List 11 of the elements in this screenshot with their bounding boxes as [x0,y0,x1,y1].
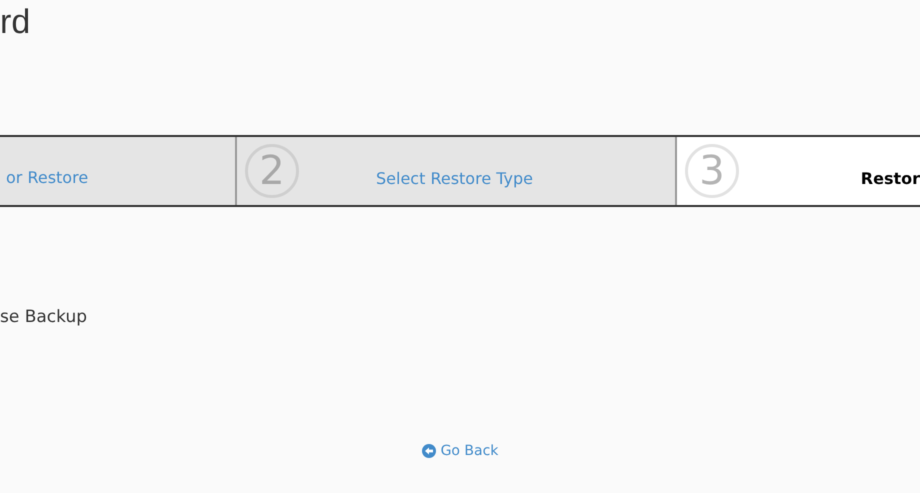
step-label: Restor [860,168,920,188]
step-number: 3 [685,144,739,198]
wizard-step[interactable]: or Restore [0,137,235,205]
go-back-link[interactable]: Go Back [422,443,498,459]
step-label: Select Restore Type [376,168,533,188]
wizard-step[interactable]: 3 Restor [675,137,920,205]
option-label: se Backup [0,307,88,327]
step-label: or Restore [6,168,88,186]
step-number: 2 [245,144,299,198]
page-title: rd [0,2,32,43]
wizard-step[interactable]: 2 Select Restore Type [235,137,675,205]
